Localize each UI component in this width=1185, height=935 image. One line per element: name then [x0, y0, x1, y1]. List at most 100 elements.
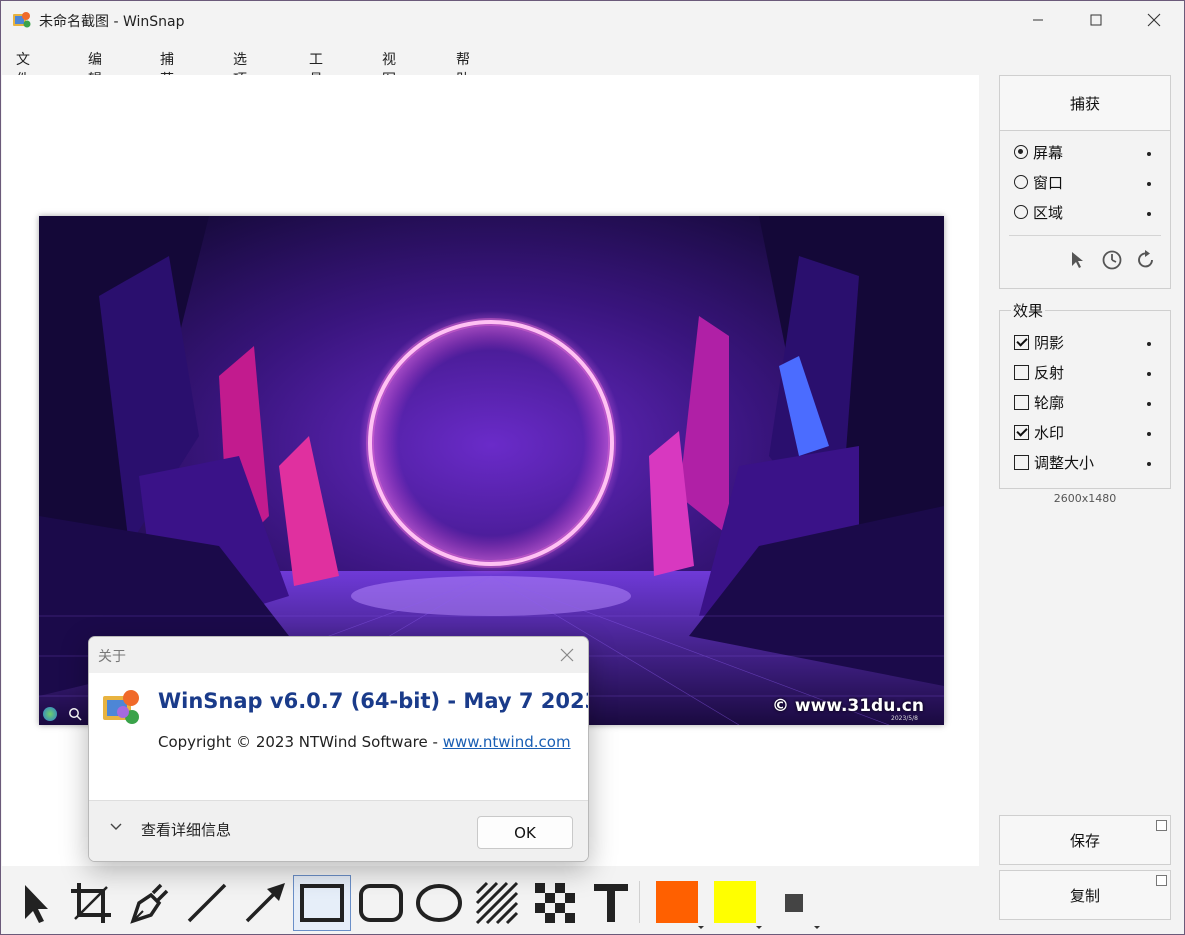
tray-date: 2023/5/8: [891, 715, 918, 722]
dropdown-dot-icon[interactable]: [1147, 342, 1151, 346]
text-tool[interactable]: [585, 877, 637, 929]
rounded-rectangle-tool[interactable]: [355, 877, 407, 929]
checkbox[interactable]: [1014, 454, 1029, 470]
capture-mode-label: 区域: [1033, 203, 1064, 222]
capture-button[interactable]: 捕获: [999, 75, 1171, 131]
rectangle-icon: [300, 884, 344, 922]
capture-mode-screen[interactable]: 屏幕: [1014, 141, 1063, 163]
minimize-button[interactable]: [1009, 1, 1067, 39]
arrow-tool[interactable]: [239, 877, 291, 929]
effect-shadow[interactable]: 阴影: [1014, 331, 1064, 353]
maximize-icon: [1090, 14, 1102, 26]
capture-mode-region[interactable]: 区域: [1014, 201, 1063, 223]
dropdown-dot-icon[interactable]: [1147, 372, 1151, 376]
chevron-down-icon[interactable]: [698, 926, 704, 929]
pen-tool[interactable]: [123, 877, 175, 929]
timer-icon[interactable]: [1101, 249, 1123, 271]
watermark-text: © www.31du.cn: [772, 696, 924, 716]
about-heading: WinSnap v6.0.7 (64-bit) - May 7 2023: [158, 689, 589, 713]
repeat-icon[interactable]: [1135, 249, 1157, 271]
save-label: 保存: [1069, 831, 1100, 850]
copyright-line: Copyright © 2023 NTWind Software - www.n…: [158, 733, 571, 751]
dropdown-dot-icon[interactable]: [1147, 402, 1151, 406]
close-icon: [1147, 13, 1161, 27]
chevron-down-icon: [110, 823, 122, 830]
pen-icon: [130, 883, 169, 924]
checkbox[interactable]: [1014, 394, 1029, 410]
outline-color-swatch[interactable]: [656, 881, 698, 923]
line-tool[interactable]: [181, 877, 233, 929]
maximize-button[interactable]: [1067, 1, 1125, 39]
capture-mode-label: 屏幕: [1033, 143, 1064, 162]
dialog-footer: 查看详细信息 OK: [89, 800, 588, 861]
chevron-down-icon[interactable]: [756, 926, 762, 929]
dialog-title: 关于: [98, 649, 126, 665]
dropdown-dot-icon[interactable]: [1147, 432, 1151, 436]
effect-watermark[interactable]: 水印: [1014, 421, 1064, 443]
hatch-tool[interactable]: [471, 877, 523, 929]
effect-label: 调整大小: [1034, 453, 1095, 472]
effect-label: 水印: [1034, 423, 1065, 442]
arrow-icon: [245, 883, 285, 923]
effect-reflection[interactable]: 反射: [1014, 361, 1064, 383]
start-orb-icon: [43, 707, 57, 721]
search-icon: [69, 708, 82, 721]
drawing-toolbar: [1, 867, 1184, 934]
dropdown-dot-icon[interactable]: [1147, 462, 1151, 466]
radio-button[interactable]: [1014, 145, 1028, 159]
line-width-icon[interactable]: [785, 894, 803, 912]
effect-label: 反射: [1034, 363, 1065, 382]
crop-tool[interactable]: [65, 877, 117, 929]
radio-button[interactable]: [1014, 205, 1028, 219]
select-tool[interactable]: [7, 877, 59, 929]
window-title: 未命名截图 - WinSnap: [39, 14, 185, 30]
dropdown-dot-icon[interactable]: [1147, 182, 1151, 186]
fill-color-swatch[interactable]: [714, 881, 756, 923]
capture-mode-window[interactable]: 窗口: [1014, 171, 1063, 193]
ellipse-tool[interactable]: [413, 877, 465, 929]
dropdown-dot-icon[interactable]: [1147, 152, 1151, 156]
ellipse-icon: [416, 884, 462, 922]
rounded-rectangle-icon: [359, 884, 403, 922]
crop-icon: [71, 883, 111, 923]
effects-label: 效果: [1011, 300, 1046, 321]
winsnap-app-icon: [13, 12, 31, 28]
toolbar-divider: [639, 881, 640, 923]
ok-button[interactable]: OK: [477, 816, 573, 849]
effect-outline[interactable]: 轮廓: [1014, 391, 1064, 413]
minimize-icon: [1033, 19, 1043, 21]
close-icon[interactable]: [560, 648, 574, 662]
effect-resize[interactable]: 调整大小: [1014, 451, 1094, 473]
select-icon: [25, 885, 48, 923]
capture-mode-label: 窗口: [1033, 173, 1064, 192]
line-icon: [187, 883, 227, 923]
chevron-down-icon[interactable]: [814, 926, 820, 929]
details-toggle[interactable]: 查看详细信息: [109, 819, 231, 840]
divider: [1009, 235, 1161, 236]
pixelate-icon: [535, 883, 575, 923]
checkbox[interactable]: [1014, 364, 1029, 380]
hatch-icon: [475, 881, 519, 925]
website-link[interactable]: www.ntwind.com: [443, 733, 571, 751]
save-options-checkbox[interactable]: [1156, 820, 1167, 831]
pixelate-tool[interactable]: [529, 877, 581, 929]
checkbox[interactable]: [1014, 424, 1029, 440]
effect-label: 阴影: [1034, 333, 1065, 352]
copyright-text: Copyright © 2023 NTWind Software -: [158, 733, 443, 751]
dropdown-dot-icon[interactable]: [1147, 212, 1151, 216]
about-dialog: 关于 WinSnap v6.0.7 (64-bit) - May 7 2023 …: [88, 636, 589, 862]
pointer-icon[interactable]: [1069, 250, 1085, 270]
dialog-title-bar: 关于: [89, 637, 588, 673]
app-window: 未命名截图 - WinSnap 文件(F) 编辑(E) 捕获(P) 选项(O) …: [0, 0, 1185, 935]
effect-label: 轮廓: [1034, 393, 1065, 412]
radio-button[interactable]: [1014, 175, 1028, 189]
rectangle-tool[interactable]: [293, 875, 351, 931]
details-label: 查看详细信息: [141, 821, 232, 839]
checkbox[interactable]: [1014, 334, 1029, 350]
text-icon: [594, 884, 628, 922]
winsnap-logo-icon: [103, 690, 139, 724]
close-button[interactable]: [1125, 1, 1183, 39]
title-bar: 未命名截图 - WinSnap: [1, 1, 1184, 39]
save-button[interactable]: 保存: [999, 815, 1171, 865]
image-size-label: 2600x1480: [1053, 492, 1117, 505]
